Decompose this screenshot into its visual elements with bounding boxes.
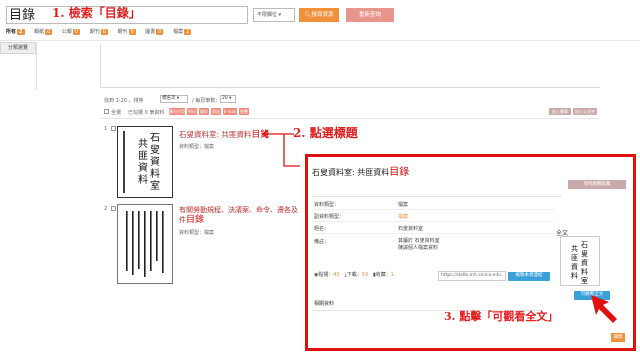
- svg-text:資: 資: [581, 258, 588, 267]
- per-page-select[interactable]: 20 ▾: [220, 95, 236, 103]
- svg-text:室: 室: [581, 276, 588, 285]
- result-checkbox[interactable]: [111, 126, 116, 131]
- result-title-link[interactable]: 石叟資料室: 共匪資料目錄: [179, 127, 269, 140]
- tab-archives[interactable]: 檔案 2: [173, 28, 192, 35]
- add-folder-button[interactable]: 加入公文夾: [573, 108, 597, 115]
- sidebar-divider: [36, 42, 37, 90]
- tab-books[interactable]: 圖書 0: [145, 28, 164, 35]
- svg-text:匪: 匪: [571, 254, 578, 262]
- svg-text:石: 石: [581, 241, 588, 249]
- per-page-label: / 每頁筆數：: [192, 98, 221, 104]
- add-booklist-button[interactable]: 加入書單: [549, 108, 571, 115]
- detail-title: 石叟資料室: 共匪資料目錄: [312, 167, 410, 178]
- step1-annotation: 1. 檢索「目錄」: [52, 6, 141, 20]
- permalink-field[interactable]: https://dalib.mh.sinica.edu: [438, 271, 506, 281]
- selected-count: 已勾選 0 筆資料: [128, 110, 165, 116]
- copy-link-button[interactable]: 複製本頁連結: [508, 272, 550, 281]
- svg-text:料: 料: [581, 267, 588, 276]
- fulltext-preview[interactable]: 石 叟 資 料 室 共 匪 資 料: [560, 236, 600, 286]
- close-button[interactable]: 關閉: [611, 333, 625, 342]
- send-button[interactable]: 寄送: [211, 108, 221, 115]
- search-button[interactable]: 🔍︎搜尋資源: [299, 8, 339, 22]
- export-button[interactable]: 匯出引用: [169, 108, 185, 115]
- advanced-search-button[interactable]: 重新查詢: [346, 8, 394, 22]
- step2-annotation: 2. 點選標題: [293, 126, 358, 140]
- tab-journal[interactable]: 期刊 0: [90, 28, 108, 35]
- result-index: 2: [104, 206, 108, 212]
- timeline-chart-area: [100, 44, 600, 88]
- field-select[interactable]: 不限欄位 ▾: [253, 8, 295, 22]
- result-index: 1: [104, 126, 108, 132]
- svg-text:石: 石: [150, 133, 160, 144]
- result-title-link[interactable]: 有關勞動規程、決議案、命令、遵各及 件目錄: [179, 205, 299, 225]
- print-button[interactable]: 列印: [187, 108, 197, 115]
- category-browse[interactable]: 分類瀏覽: [0, 42, 36, 54]
- related-data-heading: 相關資料: [314, 301, 335, 307]
- svg-text:共: 共: [138, 138, 148, 150]
- tab-all[interactable]: 所有 2: [6, 28, 25, 35]
- svg-text:料: 料: [150, 167, 160, 180]
- svg-text:室: 室: [150, 179, 160, 192]
- svg-text:資: 資: [138, 162, 148, 174]
- result-type: 資料類型：檔案: [179, 144, 215, 150]
- step3-annotation: 3. 點擊「可觀看全文」: [444, 310, 559, 323]
- svg-text:叟: 叟: [581, 249, 588, 258]
- tab-newspaper[interactable]: 報紙 0: [34, 28, 53, 35]
- tabs-divider: [0, 40, 640, 41]
- detail-divider: [312, 196, 562, 197]
- field-subtype: 副資料類型： 檔案: [314, 212, 554, 222]
- email-button[interactable]: E-mail: [223, 108, 237, 115]
- tab-gazette[interactable]: 公報 0: [62, 28, 81, 35]
- stats-row: ◉點閱：45 ⤓下載：53 ▮收藏：1: [314, 272, 394, 278]
- svg-text:匪: 匪: [138, 150, 148, 162]
- result-thumbnail[interactable]: [117, 204, 173, 284]
- result-type: 資料類型：檔案: [179, 230, 215, 236]
- svg-text:資: 資: [150, 156, 160, 168]
- document-scan-image: [126, 211, 164, 277]
- result-thumbnail[interactable]: 石 叟 共 匪 資 資 料 料 室: [117, 126, 173, 198]
- results-divider: [100, 118, 600, 119]
- svg-text:資: 資: [571, 262, 578, 271]
- tab-periodical[interactable]: 期刊 0: [117, 28, 136, 35]
- svg-text:料: 料: [138, 173, 148, 186]
- step3-arrow-icon: [591, 295, 617, 323]
- sort-select[interactable]: 標名次 ▾: [160, 95, 188, 103]
- result-checkbox[interactable]: [111, 206, 116, 211]
- document-scan-image: 石 叟 資 料 室 共 匪 資 料: [571, 241, 588, 285]
- svg-text:叟: 叟: [150, 144, 160, 156]
- step2-arrow-icon: [261, 129, 300, 167]
- field-title: 題名： 石叟資料室: [314, 224, 554, 234]
- document-scan-image: 石 叟 共 匪 資 資 料 料 室: [123, 131, 160, 193]
- field-notes: 備註： 其屬於 石叟資料室 陳誠個人檔案資料: [314, 238, 440, 251]
- select-all-checkbox[interactable]: [104, 109, 109, 114]
- save-button[interactable]: 儲存: [199, 108, 209, 115]
- svg-text:料: 料: [571, 271, 578, 280]
- select-all-label: 全選: [111, 110, 122, 116]
- related-collections-button[interactable]: 尋找相關館藏: [568, 180, 626, 189]
- results-count: 找到 1-20 ，排序: [104, 98, 144, 104]
- field-type: 資料類型： 檔案: [314, 200, 554, 210]
- resource-tabs: 所有 2 報紙 0 公報 0 期刊 0 期刊 0 圖書 0 檔案 2: [6, 28, 199, 40]
- summary-button[interactable]: 統整: [239, 108, 249, 115]
- svg-text:共: 共: [571, 244, 578, 253]
